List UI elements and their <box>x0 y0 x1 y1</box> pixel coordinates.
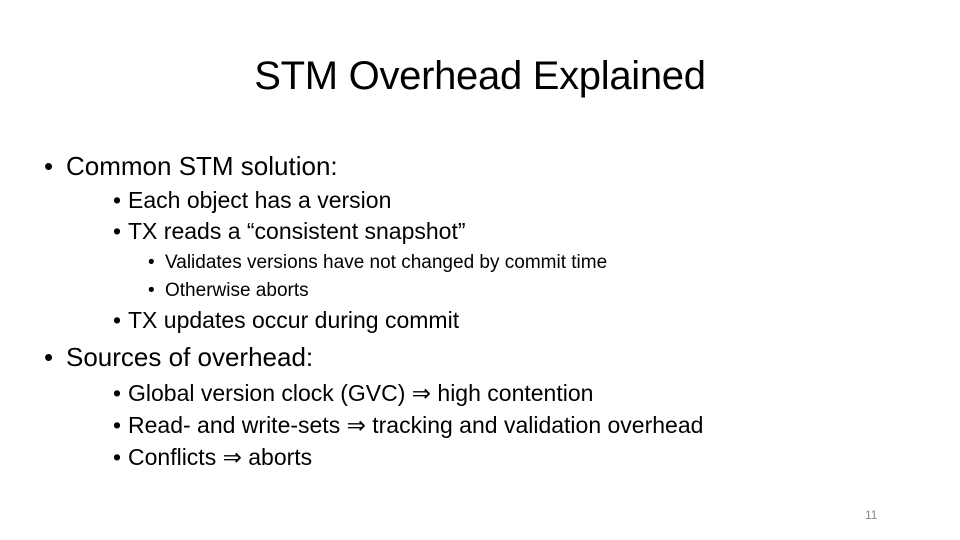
page-number: 11 <box>865 508 878 522</box>
bullet-text: Validates versions have not changed by c… <box>165 252 608 273</box>
bullet-item-level2: • Each object has a version <box>113 187 391 214</box>
bullet-icon: • <box>113 218 122 244</box>
bullet-text: TX reads a “consistent snapshot” <box>128 218 466 244</box>
bullet-text: Each object has a version <box>128 187 392 213</box>
bullet-icon: • <box>148 280 155 301</box>
bullet-icon: • <box>148 252 155 273</box>
bullet-icon: • <box>44 342 54 372</box>
bullet-icon: • <box>113 412 122 438</box>
slide-title: STM Overhead Explained <box>254 54 706 98</box>
bullet-item-level2: • TX reads a “consistent snapshot” <box>113 218 466 245</box>
bullet-icon: • <box>113 380 122 406</box>
bullet-item-level3: • Otherwise aborts <box>148 280 309 302</box>
bullet-text: TX updates occur during commit <box>128 307 460 333</box>
bullet-text: Sources of overhead: <box>66 342 314 372</box>
bullet-text: Otherwise aborts <box>165 280 309 301</box>
bullet-icon: • <box>44 151 54 181</box>
bullet-icon: • <box>113 187 122 213</box>
bullet-item-level2: • Conflicts ⇒ aborts <box>113 444 312 471</box>
bullet-item-level1: • Common STM solution: <box>44 151 338 182</box>
bullet-text: Global version clock (GVC) ⇒ high conten… <box>128 380 594 406</box>
bullet-text: Read- and write-sets ⇒ tracking and vali… <box>128 412 704 438</box>
bullet-item-level2: • Read- and write-sets ⇒ tracking and val… <box>113 412 703 439</box>
bullet-icon: • <box>113 307 122 333</box>
bullet-text: Common STM solution: <box>66 151 338 181</box>
bullet-item-level1: • Sources of overhead: <box>44 342 313 373</box>
bullet-icon: • <box>113 444 122 470</box>
bullet-item-level3: • Validates versions have not changed by … <box>148 252 607 274</box>
bullet-text: Conflicts ⇒ aborts <box>128 444 313 470</box>
bullet-item-level2: • TX updates occur during commit <box>113 307 459 334</box>
bullet-item-level2: • Global version clock (GVC) ⇒ high conte… <box>113 380 593 407</box>
